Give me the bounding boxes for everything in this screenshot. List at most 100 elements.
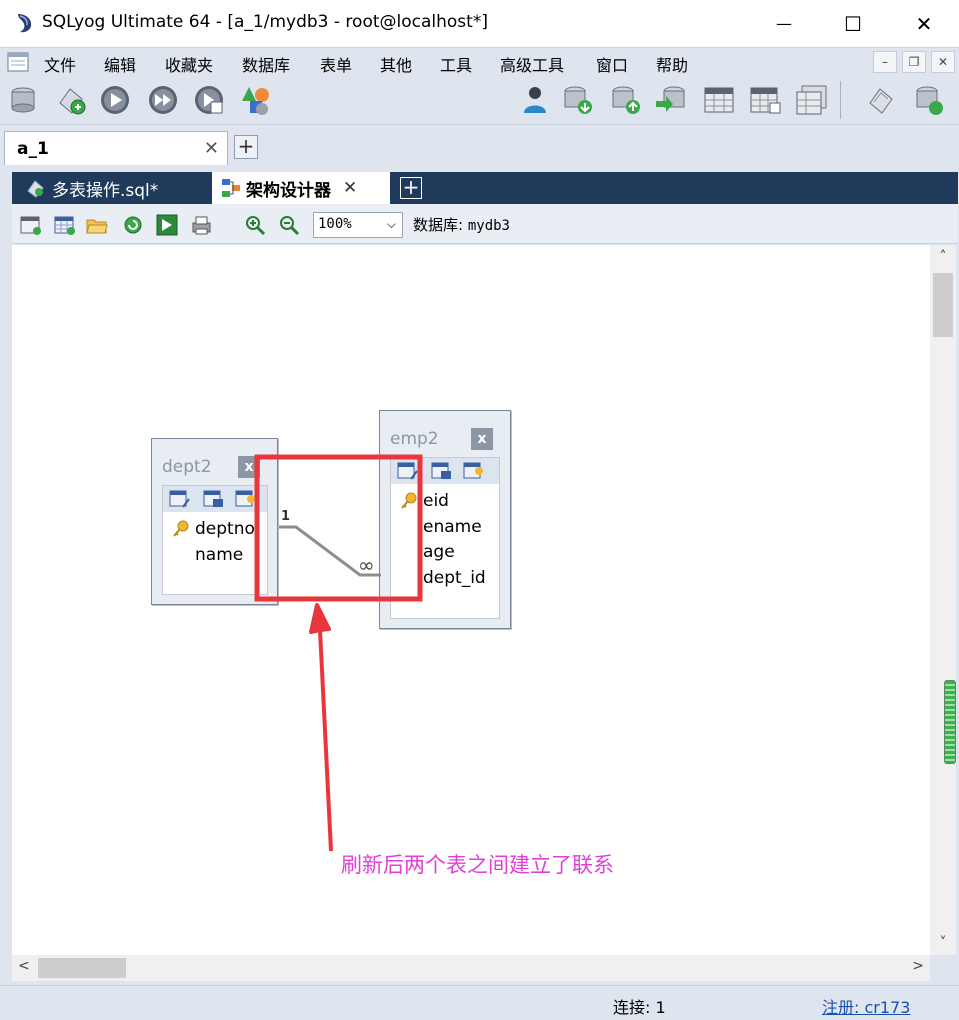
sql-formatter-icon[interactable] [864,83,898,117]
add-connection-tab-button[interactable]: + [234,135,258,159]
registration-link[interactable]: 注册: cr173 [822,994,910,1018]
import-icon[interactable] [654,83,688,117]
table-copy-icon[interactable] [794,83,828,117]
database-label-prefix: 数据库: [413,216,464,234]
column-name[interactable]: name [195,545,243,565]
connection-tab-strip: a_1 ✕ + [0,125,959,165]
chevron-down-icon: ⌵ [386,217,396,231]
primary-key-icon [401,492,417,509]
scroll-up-icon[interactable]: ˄ [930,249,956,265]
mdi-restore-button[interactable]: ❐ [902,51,926,73]
open-folder-icon[interactable] [86,214,108,236]
refresh-icon[interactable] [122,214,144,236]
add-table-icon[interactable] [20,214,42,236]
table-title: dept2 [162,457,212,477]
new-table-icon[interactable] [54,214,76,236]
zoom-level-value: 100% [318,216,352,232]
vertical-scroll-thumb[interactable] [933,273,953,337]
title-bar: SQLyog Ultimate 64 - [a_1/mydb3 - root@l… [0,0,959,47]
scroll-right-icon[interactable]: > [912,958,924,974]
close-table-button[interactable]: x [471,428,493,450]
db-sync-icon[interactable] [912,83,946,117]
document-window-icon [7,52,29,72]
export-image-icon[interactable] [156,214,178,236]
mdi-minimize-button[interactable]: – [873,51,897,73]
table-box-dept2[interactable]: dept2 x deptno name [151,438,278,605]
column-age[interactable]: age [423,542,455,562]
close-icon[interactable]: ✕ [204,138,219,159]
refresh-connection-icon[interactable] [54,83,88,117]
horizontal-scroll-thumb[interactable] [38,958,126,978]
window-title: SQLyog Ultimate 64 - [a_1/mydb3 - root@l… [42,12,488,32]
close-table-button[interactable]: x [238,456,260,478]
shapes-icon[interactable] [238,83,272,117]
column-dept-id[interactable]: dept_id [423,568,486,588]
query-file-icon [27,180,44,198]
menu-table[interactable]: 表单 [320,52,352,76]
annotation-text: 刷新后两个表之间建立了联系 [341,853,614,877]
table-index-icon[interactable] [203,489,225,509]
column-ename[interactable]: ename [423,517,482,537]
table-key-icon[interactable] [235,489,257,509]
table-data-icon[interactable] [702,83,736,117]
print-icon[interactable] [190,214,212,236]
backup-database-icon[interactable] [560,83,594,117]
status-bar: 连接: 1 注册: cr173 [0,985,959,1020]
table-key-icon[interactable] [463,461,485,481]
table-tools [391,458,499,484]
tab-schema-designer[interactable]: 架构设计器 ✕ [212,172,390,204]
zoom-in-icon[interactable] [244,214,266,236]
horizontal-scrollbar[interactable]: < > [12,955,930,981]
zoom-out-icon[interactable] [278,214,300,236]
maximize-button[interactable]: ☐ [818,0,888,47]
menu-window[interactable]: 窗口 [596,52,628,76]
schema-designer-icon [222,179,240,197]
restore-database-icon[interactable] [608,83,642,117]
current-database-label: 数据库: mydb3 [413,214,510,235]
menu-file[interactable]: 文件 [44,52,76,76]
tab-query-editor[interactable]: 多表操作.sql* [14,172,210,204]
table-grid-icon[interactable] [748,83,782,117]
zoom-level-select[interactable]: 100% ⌵ [313,212,403,238]
menu-tools[interactable]: 工具 [440,52,472,76]
connection-tab-a1[interactable]: a_1 ✕ [4,131,228,165]
minimize-button[interactable]: — [749,0,819,47]
menu-favorites[interactable]: 收藏夹 [165,52,213,76]
primary-key-icon [173,520,189,537]
table-title: emp2 [390,429,439,449]
column-eid[interactable]: eid [423,491,449,511]
menu-help[interactable]: 帮助 [656,52,688,76]
table-body: deptno name [162,485,268,595]
column-deptno[interactable]: deptno [195,519,255,539]
scroll-down-icon[interactable]: ˅ [930,935,956,951]
execute-all-icon[interactable] [146,83,180,117]
close-icon[interactable]: ✕ [343,178,357,198]
execute-query-icon[interactable] [98,83,132,117]
menu-bar: 文件 编辑 收藏夹 数据库 表单 其他 工具 高级工具 窗口 帮助 – ❐ ✕ [0,47,959,75]
stop-query-icon[interactable] [192,83,226,117]
table-tools [163,486,267,512]
table-index-icon[interactable] [431,461,453,481]
add-document-tab-button[interactable]: + [400,177,422,199]
edit-table-icon[interactable] [169,489,191,509]
table-box-emp2[interactable]: emp2 x eid ename age dept_id [379,410,511,629]
edit-table-icon[interactable] [397,461,419,481]
menu-edit[interactable]: 编辑 [104,52,136,76]
toolbar-separator [840,81,841,119]
menu-advanced-tools[interactable]: 高级工具 [500,52,564,76]
connection-tab-label: a_1 [17,139,49,159]
splitter-grip[interactable] [944,680,956,764]
close-button[interactable]: ✕ [889,0,959,47]
user-manager-icon[interactable] [518,83,552,117]
table-body: eid ename age dept_id [390,457,500,619]
tab-query-editor-label: 多表操作.sql* [52,180,159,201]
scroll-left-icon[interactable]: < [18,958,30,974]
database-label-name: mydb3 [467,218,510,234]
new-connection-icon[interactable] [6,83,40,117]
menu-other[interactable]: 其他 [380,52,412,76]
tab-schema-designer-label: 架构设计器 [246,180,331,201]
vertical-scrollbar[interactable]: ˄ ˅ [930,245,956,955]
sqlyog-dolphin-icon [18,14,32,33]
menu-database[interactable]: 数据库 [242,52,290,76]
mdi-close-button[interactable]: ✕ [931,51,955,73]
